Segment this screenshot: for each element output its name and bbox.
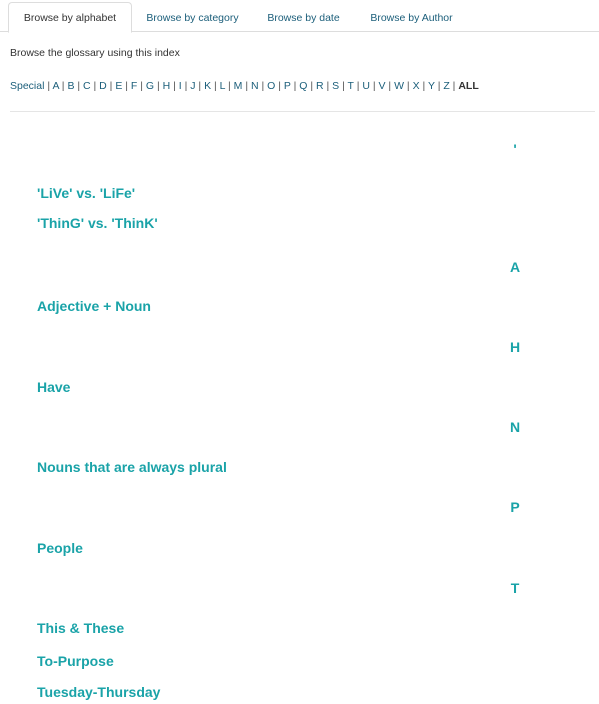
index-link-d[interactable]: D (99, 80, 107, 92)
index-link-r[interactable]: R (316, 80, 324, 92)
index-link-v[interactable]: V (379, 80, 386, 92)
group-letter-h: H (509, 339, 521, 355)
index-separator: | (290, 80, 300, 92)
group-letter-n: N (509, 419, 521, 435)
index-separator: | (419, 80, 428, 92)
index-separator: | (181, 80, 191, 92)
index-separator: | (211, 80, 220, 92)
index-separator: | (170, 80, 179, 92)
divider (10, 111, 595, 112)
index-separator: | (323, 80, 333, 92)
glossary-entry[interactable]: Nouns that are always plural (37, 459, 227, 475)
index-link-c[interactable]: C (83, 80, 91, 92)
index-separator: | (137, 80, 146, 92)
index-link-u[interactable]: U (362, 80, 370, 92)
group-letter-t: T (510, 580, 520, 596)
glossary-entry[interactable]: Tuesday-Thursday (37, 684, 160, 700)
index-separator: | (275, 80, 284, 92)
group-letter-p: P (510, 499, 520, 515)
tab-browse-by-alphabet[interactable]: Browse by alphabet (8, 2, 132, 33)
index-all-current: ALL (458, 80, 479, 92)
index-separator: | (154, 80, 163, 92)
glossary-entry[interactable]: Have (37, 379, 70, 395)
index-separator: | (369, 80, 379, 92)
glossary-entry[interactable]: 'ThinG' vs. 'ThinK' (37, 215, 158, 231)
index-link-n[interactable]: N (251, 80, 259, 92)
glossary-entry[interactable]: This & These (37, 620, 124, 636)
glossary-entry[interactable]: People (37, 540, 83, 556)
index-separator: | (339, 80, 348, 92)
tab-browse-by-date[interactable]: Browse by date (256, 2, 351, 33)
index-link-w[interactable]: W (394, 80, 404, 92)
browse-intro-text: Browse the glossary using this index (10, 47, 180, 59)
index-separator: | (74, 80, 84, 92)
glossary-entry[interactable]: To-Purpose (37, 653, 114, 669)
index-separator: | (307, 80, 316, 92)
index-separator: | (242, 80, 251, 92)
tab-browse-by-category[interactable]: Browse by category (137, 2, 248, 33)
index-link-x[interactable]: X (413, 80, 420, 92)
index-separator: | (404, 80, 413, 92)
index-separator: | (225, 80, 234, 92)
index-link-y[interactable]: Y (428, 80, 435, 92)
group-letter-a: A (509, 259, 521, 275)
index-separator: | (385, 80, 395, 92)
alphabet-index: Special | A | B | C | D | E | F | G | H … (10, 80, 479, 92)
index-separator: | (122, 80, 131, 92)
index-link-special[interactable]: Special (10, 80, 44, 92)
glossary-entry[interactable]: 'LiVe' vs. 'LiFe' (37, 185, 135, 201)
index-separator: | (195, 80, 205, 92)
index-link-g[interactable]: G (146, 80, 154, 92)
group-letter-apostrophe: ' (513, 141, 517, 157)
tab-browse-by-author[interactable]: Browse by Author (358, 2, 465, 33)
glossary-entry[interactable]: Adjective + Noun (37, 298, 151, 314)
index-separator: | (258, 80, 268, 92)
index-link-p[interactable]: P (284, 80, 291, 92)
browse-tabs: Browse by alphabet Browse by category Br… (0, 0, 599, 33)
index-separator: | (90, 80, 100, 92)
